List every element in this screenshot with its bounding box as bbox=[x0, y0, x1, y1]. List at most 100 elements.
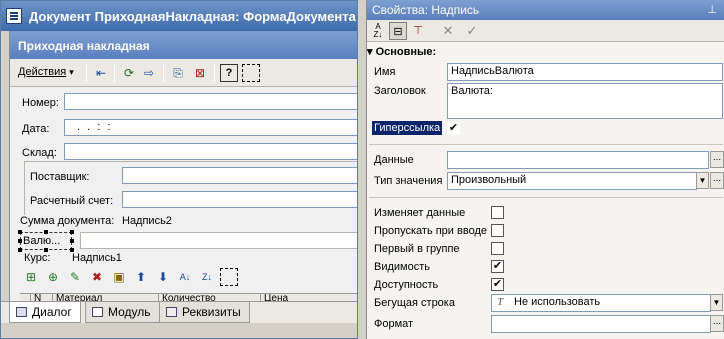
total-value-label[interactable]: Надпись2 bbox=[122, 215, 172, 227]
resize-handle[interactable] bbox=[18, 248, 22, 252]
tab-label: Диалог bbox=[32, 305, 72, 319]
enabled-label: Доступность bbox=[374, 279, 439, 291]
form-title: Приходная накладная bbox=[18, 39, 150, 53]
document-window-titlebar[interactable]: Документ ПриходнаяНакладная: ФормаДокуме… bbox=[1, 1, 357, 31]
window-divider[interactable] bbox=[358, 0, 366, 339]
enabled-checkbox[interactable]: ✔ bbox=[491, 278, 504, 291]
value-type-choose-button[interactable]: ... bbox=[710, 172, 724, 189]
attributes-icon bbox=[166, 307, 177, 317]
tab-dialog[interactable]: Диалог bbox=[9, 302, 81, 323]
toolbar-separator bbox=[114, 64, 115, 82]
section-label: Основные: bbox=[375, 46, 437, 58]
sort-desc-icon[interactable]: Z↓ bbox=[198, 268, 216, 286]
resize-handle[interactable] bbox=[18, 230, 22, 234]
skip-on-input-label: Пропускать при вводе bbox=[374, 225, 487, 237]
first-in-group-checkbox[interactable] bbox=[491, 242, 504, 255]
resize-handle[interactable] bbox=[18, 239, 22, 243]
caption-input[interactable]: Валюта: bbox=[447, 83, 723, 119]
post-and-close-icon[interactable]: ⎘ bbox=[169, 64, 187, 82]
toolbar-separator bbox=[214, 64, 215, 82]
filter-icon[interactable]: ⊤ bbox=[409, 22, 427, 40]
designer-tabs-bar: Диалог Модуль Реквизиты bbox=[1, 301, 357, 323]
resize-handle[interactable] bbox=[70, 230, 74, 234]
section-toggle[interactable]: ▾ Основные: bbox=[367, 45, 436, 58]
move-down-icon[interactable]: ⬇ bbox=[154, 268, 172, 286]
changes-data-label: Изменяет данные bbox=[374, 207, 466, 219]
form-toolbar: Действия ⇤ ⟳ ⇨ ⎘ ⊠ ? bbox=[10, 59, 357, 87]
properties-panel: Свойства: Надпись ⊥ A Z↓ ⊟ ⊤ ✕ ✓ ▾ Основн… bbox=[366, 0, 724, 339]
toolbar-separator bbox=[163, 64, 164, 82]
supplier-label: Поставщик: bbox=[30, 171, 90, 183]
check-icon: ✔ bbox=[492, 278, 503, 290]
categorized-icon[interactable]: ⊟ bbox=[389, 22, 407, 40]
number-input[interactable] bbox=[64, 93, 357, 110]
value-type-select[interactable]: Произвольный bbox=[447, 172, 697, 190]
delete-mark-icon[interactable]: ⊠ bbox=[191, 64, 209, 82]
data-choose-button[interactable]: ... bbox=[710, 151, 724, 168]
name-input[interactable]: НадписьВалюта bbox=[447, 63, 723, 81]
account-label: Расчетный счет: bbox=[30, 195, 114, 207]
text-type-icon: T bbox=[497, 296, 504, 308]
hyperlink-checkbox[interactable]: ✔ bbox=[447, 122, 460, 135]
table-toolbar: ⊞ ⊕ ✎ ✖ ▣ ⬆ ⬇ A↓ Z↓ bbox=[20, 268, 357, 288]
actions-menu-button[interactable]: Действия bbox=[18, 66, 74, 78]
end-edit-icon[interactable]: ▣ bbox=[110, 268, 128, 286]
refresh-icon[interactable]: ⟳ bbox=[120, 64, 138, 82]
resize-handle[interactable] bbox=[70, 239, 74, 243]
number-label: Номер: bbox=[22, 97, 59, 109]
back-arrow-icon[interactable]: ⇤ bbox=[92, 64, 110, 82]
rate-value-label[interactable]: Надпись1 bbox=[72, 252, 122, 264]
visibility-label: Видимость bbox=[374, 261, 430, 273]
apply-icon[interactable]: ✓ bbox=[463, 22, 481, 40]
form-design-area[interactable]: Приходная накладная Действия ⇤ ⟳ ⇨ ⎘ ⊠ ?… bbox=[9, 31, 357, 303]
format-choose-button[interactable]: ... bbox=[710, 315, 724, 332]
properties-titlebar[interactable]: Свойства: Надпись ⊥ bbox=[367, 0, 724, 20]
account-input[interactable] bbox=[122, 191, 357, 208]
document-window-title: Документ ПриходнаяНакладная: ФормаДокуме… bbox=[29, 9, 356, 24]
delete-row-icon[interactable]: ✖ bbox=[88, 268, 106, 286]
tab-module[interactable]: Модуль bbox=[85, 302, 160, 323]
rate-label: Курс: bbox=[24, 252, 51, 264]
check-icon: ✔ bbox=[448, 122, 459, 134]
document-form-window: Документ ПриходнаяНакладная: ФормаДокуме… bbox=[0, 0, 358, 339]
warehouse-input[interactable] bbox=[64, 143, 357, 160]
caption-label: Заголовок bbox=[374, 85, 426, 97]
supplier-input[interactable] bbox=[122, 167, 357, 184]
changes-data-checkbox[interactable] bbox=[491, 206, 504, 219]
document-icon bbox=[6, 8, 22, 24]
selection-frame-icon[interactable] bbox=[242, 64, 260, 82]
currency-input[interactable] bbox=[80, 232, 357, 249]
ticker-value: Не использовать bbox=[514, 296, 601, 308]
skip-on-input-checkbox[interactable] bbox=[491, 224, 504, 237]
ticker-label: Бегущая строка bbox=[374, 297, 455, 309]
sort-alpha-icon[interactable]: A Z↓ bbox=[369, 22, 387, 40]
data-input[interactable] bbox=[447, 151, 709, 169]
edit-row-icon[interactable]: ✎ bbox=[66, 268, 84, 286]
date-input[interactable]: . . : : bbox=[64, 119, 357, 136]
first-in-group-label: Первый в группе bbox=[374, 243, 460, 255]
sort-asc-icon[interactable]: A↓ bbox=[176, 268, 194, 286]
pin-icon[interactable]: ⊥ bbox=[707, 3, 717, 16]
divider bbox=[369, 144, 723, 145]
ticker-select[interactable]: T Не использовать bbox=[491, 294, 711, 312]
format-label: Формат bbox=[374, 318, 414, 330]
value-type-dropdown-icon[interactable]: ▼ bbox=[696, 172, 709, 189]
properties-title: Свойства: Надпись bbox=[372, 3, 480, 17]
divider bbox=[369, 197, 723, 198]
ticker-dropdown-icon[interactable]: ▼ bbox=[710, 294, 723, 311]
move-up-icon[interactable]: ⬆ bbox=[132, 268, 150, 286]
resize-handle[interactable] bbox=[44, 230, 48, 234]
total-label: Сумма документа: bbox=[20, 215, 115, 227]
help-icon[interactable]: ? bbox=[220, 64, 238, 82]
add-row-icon[interactable]: ⊞ bbox=[22, 268, 40, 286]
visibility-checkbox[interactable]: ✔ bbox=[491, 260, 504, 273]
hyperlink-label: Гиперссылка bbox=[372, 121, 443, 135]
cancel-icon[interactable]: ✕ bbox=[439, 22, 457, 40]
post-document-icon[interactable]: ⇨ bbox=[140, 64, 158, 82]
tab-label: Реквизиты bbox=[182, 305, 241, 319]
toolbar-separator bbox=[86, 64, 87, 82]
format-input[interactable] bbox=[491, 315, 711, 333]
selection-frame-icon[interactable] bbox=[220, 268, 238, 286]
copy-row-icon[interactable]: ⊕ bbox=[44, 268, 62, 286]
tab-attributes[interactable]: Реквизиты bbox=[159, 302, 250, 323]
